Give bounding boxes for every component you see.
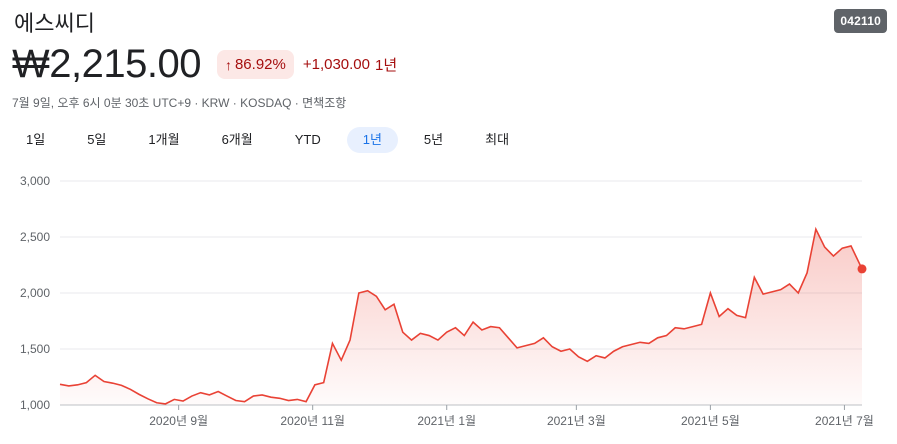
y-tick-label: 2,000	[20, 286, 50, 300]
current-price: ₩2,215.00	[12, 42, 201, 86]
quote-meta: 7월 9일, 오후 6시 0분 30초 UTC+9 · KRW · KOSDAQ…	[12, 96, 347, 110]
tab-ytd[interactable]: YTD	[279, 127, 337, 153]
tab-1y[interactable]: 1년	[346, 127, 398, 153]
tab-5y[interactable]: 5년	[408, 127, 459, 153]
x-tick-label: 2021년 1월	[417, 414, 476, 428]
y-tick-label: 1,500	[20, 342, 50, 356]
change-percent: 86.92%	[234, 56, 286, 73]
x-tick-label: 2021년 5월	[681, 414, 740, 428]
ticker-badge: 042110	[834, 9, 887, 33]
change-percent-badge: ↑ 86.92%	[216, 50, 294, 79]
change-period: 1년	[375, 57, 398, 74]
stock-name: 에스씨디	[14, 11, 95, 36]
range-tabs: 1일 5일 1개월 6개월 YTD 1년 5년 최대	[10, 127, 535, 153]
tab-1d[interactable]: 1일	[10, 127, 61, 153]
y-tick-label: 2,500	[20, 230, 50, 244]
y-tick-label: 1,000	[20, 398, 50, 412]
price-row: ₩2,215.00 ↑ 86.92% +1,030.00 1년	[12, 42, 397, 87]
change-absolute: +1,030.00	[302, 56, 370, 73]
tab-6m[interactable]: 6개월	[206, 127, 269, 153]
x-axis: 2020년 9월 2020년 11월 2021년 1월 2021년 3월 2021년 5…	[149, 405, 874, 428]
tab-max[interactable]: 최대	[469, 127, 525, 153]
y-axis: 1,000 1,500 2,000 2,500 3,000	[20, 174, 50, 412]
x-tick-label: 2020년 9월	[149, 414, 208, 428]
tab-1m[interactable]: 1개월	[132, 127, 195, 153]
last-price-dot	[857, 264, 867, 274]
tab-5d[interactable]: 5일	[71, 127, 122, 153]
y-tick-label: 3,000	[20, 174, 50, 188]
x-tick-label: 2021년 3월	[547, 414, 606, 428]
arrow-up-icon: ↑	[224, 56, 232, 73]
x-tick-label: 2020년 11월	[280, 414, 345, 428]
price-chart[interactable]: 1,0001,5002,0002,5003,000 2020년 9월 2020년 …	[0, 165, 897, 444]
x-tick-label: 2021년 7월	[815, 414, 874, 428]
